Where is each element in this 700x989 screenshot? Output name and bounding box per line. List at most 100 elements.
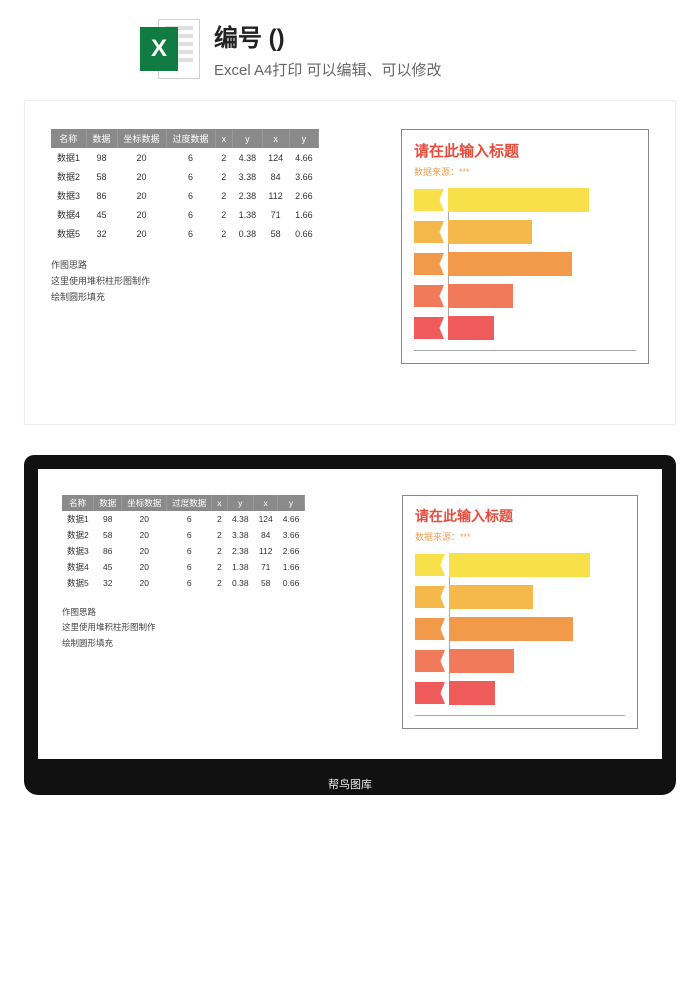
table-cell: 2 [212,559,227,575]
table-cell: 20 [117,205,166,224]
bar-tag-icon [415,554,445,576]
table-cell: 71 [254,559,278,575]
table-cell: 6 [166,224,215,243]
table-cell: 0.38 [227,575,254,591]
table-header: 坐标数据 [117,129,166,148]
chart-bar [448,188,589,212]
table-cell: 1.38 [227,559,254,575]
table-cell: 45 [86,205,117,224]
table-row: 数据19820624.381244.66 [51,148,319,167]
table-cell: 6 [166,186,215,205]
chart-bars [415,553,625,711]
table-cell: 数据1 [51,148,86,167]
chart-bar-row [414,316,636,340]
chart-bar-row [415,649,625,673]
table-cell: 124 [254,511,278,527]
table-cell: 2.38 [227,543,254,559]
table-header: x [262,129,289,148]
table-cell: 1.66 [289,205,319,224]
table-row: 数据25820623.38843.66 [62,527,304,543]
table-row: 数据19820624.381244.66 [62,511,304,527]
table-row: 数据38620622.381122.66 [51,186,319,205]
chart-bar [449,585,533,609]
table-cell: 数据1 [62,511,94,527]
table-row: 数据25820623.38843.66 [51,167,319,186]
table-cell: 2 [212,511,227,527]
table-cell: 数据3 [62,543,94,559]
table-cell: 3.66 [289,167,319,186]
table-cell: 20 [117,186,166,205]
table-cell: 20 [122,575,167,591]
table-header: x [212,495,227,511]
chart-bar [448,284,513,308]
table-cell: 6 [167,527,212,543]
note-line: 这里使用堆积柱形图制作 [51,273,319,289]
table-header: 数据 [86,129,117,148]
chart-container: 请在此输入标题 数据来源：*** [401,129,649,364]
data-table: 名称数据坐标数据过度数据xyxy 数据19820624.381244.66数据2… [51,129,319,243]
chart-bar-row [415,585,625,609]
table-cell: 0.66 [278,575,305,591]
bar-tag-icon [415,586,445,608]
table-cell: 98 [86,148,117,167]
table-cell: 数据2 [51,167,86,186]
table-row: 数据53220620.38580.66 [51,224,319,243]
chart-title: 请在此输入标题 [415,506,625,526]
table-cell: 4.38 [227,511,254,527]
table-cell: 58 [86,167,117,186]
bar-tag-icon [414,317,444,339]
chart-bar [448,252,572,276]
bar-tag-icon [415,682,445,704]
table-row: 数据44520621.38711.66 [62,559,304,575]
table-cell: 2.66 [278,543,305,559]
page-subtitle: Excel A4打印 可以编辑、可以修改 [214,59,442,80]
table-cell: 6 [167,511,212,527]
table-cell: 58 [262,224,289,243]
table-header: 过度数据 [166,129,215,148]
table-cell: 3.66 [278,527,305,543]
table-header: y [227,495,254,511]
page-title: 编号 () [214,18,442,53]
table-cell: 数据4 [51,205,86,224]
table-header: y [278,495,305,511]
table-cell: 数据5 [62,575,94,591]
table-header: 过度数据 [167,495,212,511]
table-cell: 20 [117,224,166,243]
bar-tag-icon [414,285,444,307]
table-cell: 2 [215,186,233,205]
table-cell: 数据2 [62,527,94,543]
table-cell: 20 [122,559,167,575]
table-cell: 1.66 [278,559,305,575]
table-header: x [215,129,233,148]
table-cell: 3.38 [233,167,263,186]
table-row: 数据53220620.38580.66 [62,575,304,591]
chart-bar [449,553,590,577]
chart-source: 数据来源：*** [414,165,636,178]
table-cell: 20 [117,167,166,186]
table-cell: 71 [262,205,289,224]
table-header: 名称 [62,495,94,511]
table-cell: 1.38 [233,205,263,224]
template-preview-card: 名称数据坐标数据过度数据xyxy 数据19820624.381244.66数据2… [24,100,676,425]
table-cell: 数据4 [62,559,94,575]
table-cell: 3.38 [227,527,254,543]
excel-file-icon: X [140,19,200,79]
table-cell: 2.66 [289,186,319,205]
data-table: 名称数据坐标数据过度数据xyxy 数据19820624.381244.66数据2… [62,495,305,591]
table-cell: 6 [166,205,215,224]
table-cell: 84 [254,527,278,543]
table-cell: 2.38 [233,186,263,205]
table-cell: 2 [215,224,233,243]
table-cell: 数据3 [51,186,86,205]
laptop-mockup-screen: 名称数据坐标数据过度数据xyxy 数据19820624.381244.66数据2… [24,455,676,773]
note-line: 绘制圆形填充 [62,636,305,651]
table-cell: 98 [94,511,122,527]
chart-container: 请在此输入标题 数据来源：*** [402,495,638,729]
table-cell: 6 [167,559,212,575]
table-cell: 20 [122,511,167,527]
note-line: 作图思路 [51,257,319,273]
table-cell: 32 [86,224,117,243]
table-header: 名称 [51,129,86,148]
table-cell: 2 [215,148,233,167]
table-cell: 6 [166,148,215,167]
